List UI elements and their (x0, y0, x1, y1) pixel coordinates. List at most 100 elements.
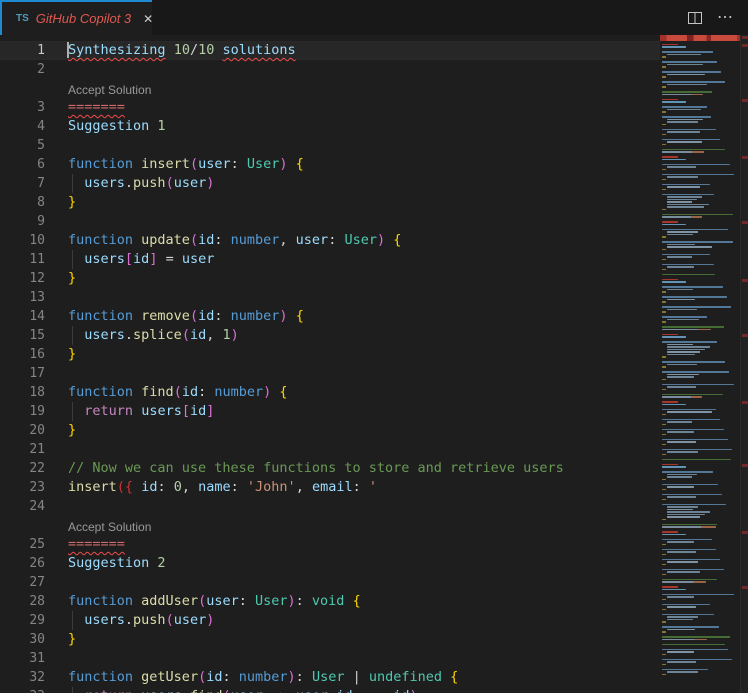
code-line-text: return users.find(user => user.id === id… (68, 687, 418, 693)
code-line-text: function remove(id: number) { (68, 307, 304, 326)
code-line-text: ======= (68, 535, 125, 554)
line-number: 31 (0, 649, 45, 668)
line-number: 2 (0, 60, 45, 79)
error-ruler-mark (742, 586, 748, 589)
line-number: 16 (0, 345, 45, 364)
error-ruler-mark (742, 279, 748, 282)
editor-group: 1 Synthesizing 10/10 solutions 2 Accept Sol… (0, 35, 748, 693)
code-line[interactable]: 18 function find(id: number) { (0, 383, 660, 402)
line-number: 15 (0, 326, 45, 345)
code-line[interactable]: 31 (0, 649, 660, 668)
indent-guide (72, 174, 73, 193)
error-ruler-mark (742, 464, 748, 467)
code-line[interactable]: 22// Now we can use these functions to s… (0, 459, 660, 478)
accept-solution-link[interactable]: Accept Solution (68, 82, 151, 98)
code-line[interactable]: 29 users.push(user) (0, 611, 660, 630)
indent-guide (72, 326, 73, 345)
code-line[interactable]: 5 (0, 136, 660, 155)
accept-solution-link[interactable]: Accept Solution (68, 519, 151, 535)
line-number: 18 (0, 383, 45, 402)
line-number: 12 (0, 269, 45, 288)
code-line-text: function update(id: number, user: User) … (68, 231, 401, 250)
code-line-text: } (68, 345, 76, 364)
code-line[interactable]: 10function update(id: number, user: User… (0, 231, 660, 250)
code-line-text: users[id] = user (68, 250, 214, 269)
code-line[interactable]: 1 Synthesizing 10/10 solutions (0, 41, 660, 60)
code-line[interactable]: 15 users.splice(id, 1) (0, 326, 660, 345)
code-line-text: } (68, 193, 76, 212)
line-number: 26 (0, 554, 45, 573)
line-number: 7 (0, 174, 45, 193)
code-line-text: users.push(user) (68, 174, 214, 193)
minimap[interactable] (660, 35, 740, 693)
error-ruler-mark (742, 531, 748, 534)
code-line[interactable]: 9 (0, 212, 660, 231)
code-line[interactable]: 2 (0, 60, 660, 79)
more-actions-icon[interactable]: ⋯ (717, 10, 734, 26)
editor-tab-bar: TS GitHub Copilot 3 ✕ ⋯ (0, 0, 748, 35)
line-number: 9 (0, 212, 45, 231)
code-line[interactable]: 12} (0, 269, 660, 288)
line-number: 1 (0, 41, 45, 60)
editor-actions: ⋯ (687, 0, 748, 35)
line-number: 4 (0, 117, 45, 136)
indent-guide (72, 687, 73, 693)
code-line-text: Synthesizing 10/10 solutions (68, 41, 296, 60)
code-line-text: function addUser(user: User): void { (68, 592, 361, 611)
code-line[interactable]: 21 (0, 440, 660, 459)
code-line-text: function find(id: number) { (68, 383, 288, 402)
vscode-window: TS GitHub Copilot 3 ✕ ⋯ 1 Synthesizing 10… (0, 0, 748, 693)
indent-guide (72, 402, 73, 421)
line-number: 27 (0, 573, 45, 592)
line-number: 20 (0, 421, 45, 440)
code-line[interactable]: 19 return users[id] (0, 402, 660, 421)
code-line-text: Suggestion 1 (68, 117, 166, 136)
code-line-text: users.push(user) (68, 611, 214, 630)
code-line[interactable]: 11 users[id] = user (0, 250, 660, 269)
tab-github-copilot-3[interactable]: TS GitHub Copilot 3 ✕ (2, 0, 152, 35)
code-line[interactable]: 6 function insert(user: User) { (0, 155, 660, 174)
typescript-file-icon: TS (16, 13, 29, 24)
code-line[interactable]: 4 Suggestion 1 (0, 117, 660, 136)
error-ruler-mark (742, 401, 748, 404)
code-line-text: return users[id] (68, 402, 214, 421)
code-line[interactable]: 14function remove(id: number) { (0, 307, 660, 326)
code-line[interactable]: 24 (0, 497, 660, 516)
code-line-text: insert({ id: 0, name: 'John', email: ' (68, 478, 377, 497)
line-number: 6 (0, 155, 45, 174)
code-editor[interactable]: 1 Synthesizing 10/10 solutions 2 Accept Sol… (0, 35, 660, 693)
code-line-text: users.splice(id, 1) (68, 326, 239, 345)
code-line[interactable]: 13 (0, 288, 660, 307)
text-cursor (67, 42, 69, 58)
code-line[interactable]: 33 return users.find(user => user.id ===… (0, 687, 660, 693)
tab-close-icon[interactable]: ✕ (140, 11, 156, 27)
code-line[interactable]: 28 function addUser(user: User): void { (0, 592, 660, 611)
line-number: 19 (0, 402, 45, 421)
error-ruler-mark (742, 99, 748, 102)
error-ruler-mark (742, 156, 748, 159)
code-line[interactable]: 8} (0, 193, 660, 212)
line-number: 29 (0, 611, 45, 630)
line-number: 22 (0, 459, 45, 478)
code-line[interactable]: 20} (0, 421, 660, 440)
code-line[interactable]: 27 (0, 573, 660, 592)
line-number: 25 (0, 535, 45, 554)
error-ruler-mark (742, 44, 748, 47)
error-ruler-mark (742, 221, 748, 224)
code-line[interactable]: 17 (0, 364, 660, 383)
code-line-text: function insert(user: User) { (68, 155, 304, 174)
code-line[interactable]: 32function getUser(id: number): User | u… (0, 668, 660, 687)
code-line[interactable]: 7 users.push(user) (0, 174, 660, 193)
code-line-text: } (68, 630, 76, 649)
code-line[interactable]: 3======= (0, 98, 660, 117)
overview-ruler-scrollbar[interactable] (740, 35, 748, 693)
code-line[interactable]: 26Suggestion 2 (0, 554, 660, 573)
code-line[interactable]: 23insert({ id: 0, name: 'John', email: ' (0, 478, 660, 497)
code-line[interactable]: 30} (0, 630, 660, 649)
split-editor-icon[interactable] (687, 10, 703, 26)
code-line[interactable]: 16} (0, 345, 660, 364)
error-ruler-mark (742, 36, 748, 39)
indent-guide (72, 250, 73, 269)
code-line[interactable]: 25 ======= (0, 535, 660, 554)
line-number: 28 (0, 592, 45, 611)
